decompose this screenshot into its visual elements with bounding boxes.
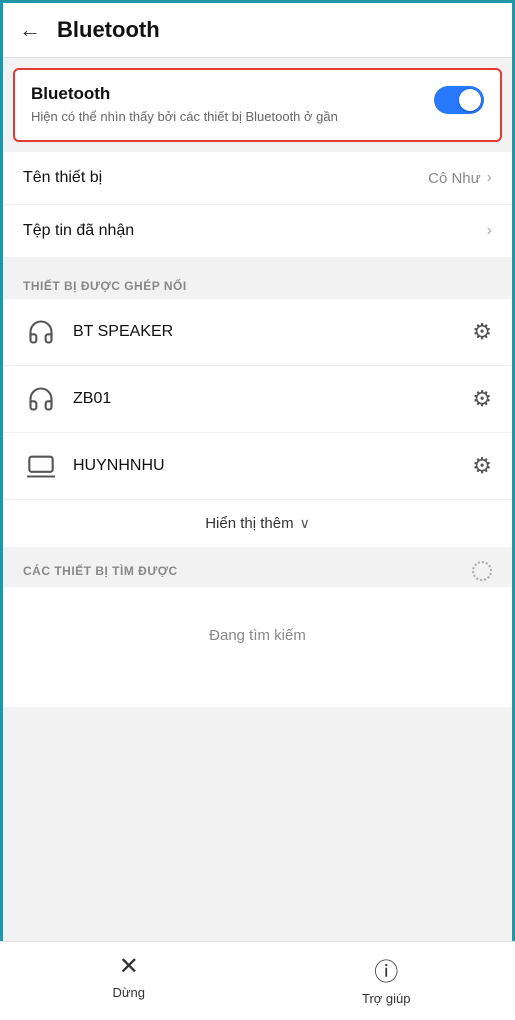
searching-text: Đang tìm kiếm (209, 627, 306, 644)
paired-devices-list: BT SPEAKER ⚙ ZB01 ⚙ HUYNHNHU ⚙ Hiển thị … (3, 299, 512, 547)
help-label: Trợ giúp (362, 991, 411, 1006)
zb01-settings-icon[interactable]: ⚙ (472, 386, 492, 412)
bluetooth-toggle-section: Bluetooth Hiện có thể nhìn thấy bởi các … (13, 68, 502, 142)
settings-list-section: Tên thiết bị Cô Như › Tệp tin đã nhận › (3, 152, 512, 257)
device-zb01-name: ZB01 (73, 390, 472, 408)
headphone-icon (23, 381, 59, 417)
list-item[interactable]: ZB01 ⚙ (3, 366, 512, 433)
bt-speaker-settings-icon[interactable]: ⚙ (472, 319, 492, 345)
device-name-value: Cô Như › (428, 169, 492, 187)
list-item[interactable]: HUYNHNHU ⚙ (3, 433, 512, 500)
device-bt-speaker-name: BT SPEAKER (73, 323, 472, 341)
device-name-label: Tên thiết bị (23, 169, 102, 187)
headphone-icon (23, 314, 59, 350)
laptop-icon (23, 448, 59, 484)
list-item[interactable]: BT SPEAKER ⚙ (3, 299, 512, 366)
device-huynhnhu-name: HUYNHNHU (73, 457, 472, 475)
bluetooth-toggle-switch[interactable] (434, 86, 484, 114)
huynhnhu-settings-icon[interactable]: ⚙ (472, 453, 492, 479)
loading-spinner-icon (472, 561, 492, 581)
stop-label: Dừng (112, 985, 145, 1000)
bluetooth-toggle-label: Bluetooth (31, 84, 422, 104)
bottom-bar: ✕ Dừng ⓘ Trợ giúp (0, 941, 515, 1020)
received-files-chevron-icon: › (487, 222, 492, 240)
show-more-label: Hiển thị thêm (205, 515, 293, 532)
back-button[interactable]: ← (19, 17, 41, 43)
received-files-label: Tệp tin đã nhận (23, 222, 134, 240)
stop-icon: ✕ (119, 952, 139, 981)
stop-button[interactable]: ✕ Dừng (89, 952, 169, 1006)
discovered-section-label: CÁC THIẾT BỊ TÌM ĐƯỢC (23, 564, 178, 578)
page-title: Bluetooth (57, 17, 160, 43)
discovered-section-header-row: CÁC THIẾT BỊ TÌM ĐƯỢC (3, 547, 512, 587)
searching-section: Đang tìm kiếm (3, 587, 512, 707)
help-button[interactable]: ⓘ Trợ giúp (346, 952, 426, 1006)
received-files-row[interactable]: Tệp tin đã nhận › (3, 205, 512, 257)
show-more-chevron-icon: ∨ (300, 515, 310, 532)
paired-devices-section-header: THIẾT BỊ ĐƯỢC GHÉP NỐI (3, 265, 512, 299)
bluetooth-toggle-control[interactable] (434, 86, 484, 119)
show-more-row[interactable]: Hiển thị thêm ∨ (3, 500, 512, 547)
device-name-chevron-icon: › (487, 169, 492, 187)
received-files-chevron: › (487, 222, 492, 240)
help-icon: ⓘ (374, 952, 398, 987)
header: ← Bluetooth (3, 3, 512, 58)
bluetooth-toggle-description: Hiện có thể nhìn thấy bởi các thiết bị B… (31, 108, 371, 126)
device-name-row[interactable]: Tên thiết bị Cô Như › (3, 152, 512, 205)
bluetooth-toggle-text: Bluetooth Hiện có thể nhìn thấy bởi các … (31, 84, 422, 126)
